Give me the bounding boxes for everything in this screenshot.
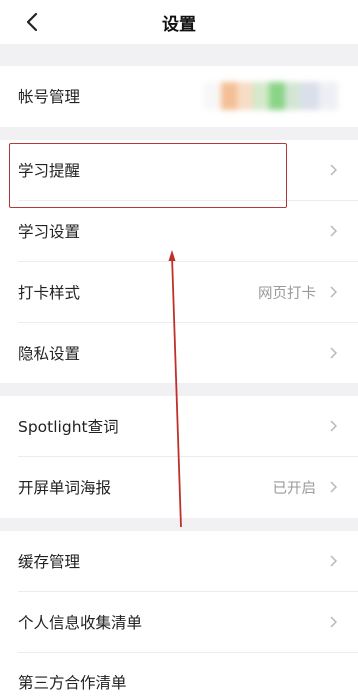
annotation-arrow-icon xyxy=(168,250,182,528)
